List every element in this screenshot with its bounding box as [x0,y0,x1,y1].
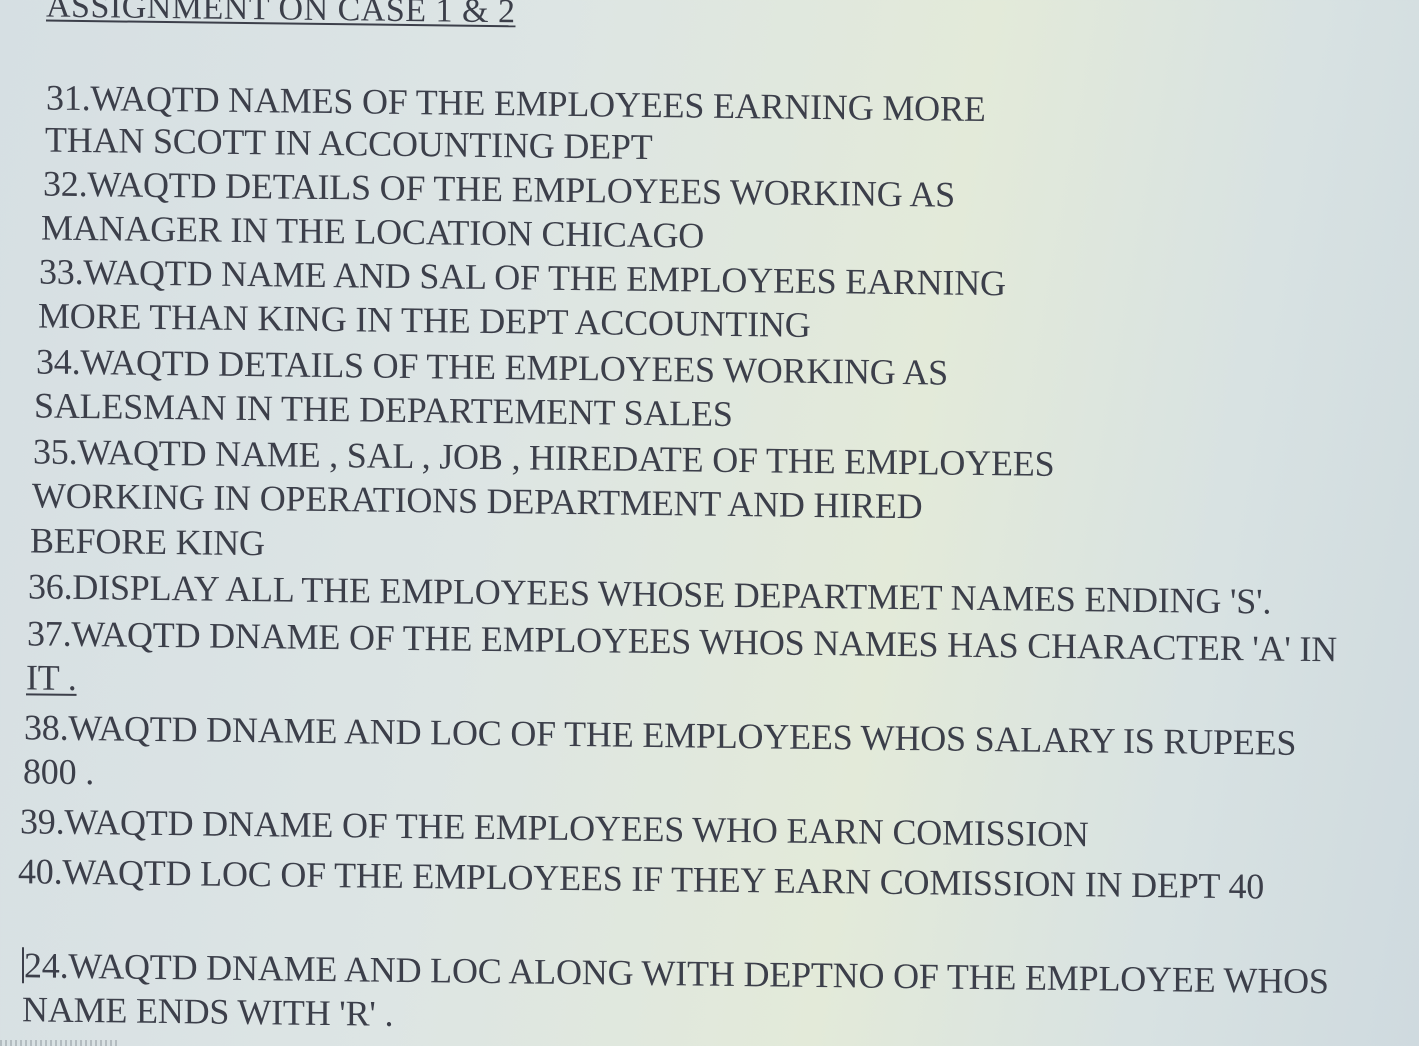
document-page: ASSIGNMENT ON CASE 1 & 2 31.WAQTD NAMES … [0,0,1419,1046]
question-24-line-2: NAME ENDS WITH 'R' . [22,989,394,1034]
bottom-edge-strip [0,1040,120,1046]
question-37-line-1: 37.WAQTD DNAME OF THE EMPLOYEES WHOS NAM… [27,613,1338,670]
question-35-line-3: BEFORE KING [30,520,265,564]
question-40: 40.WAQTD LOC OF THE EMPLOYEES IF THEY EA… [18,851,1265,907]
question-31-line-2: THAN SCOTT IN ACCOUNTING DEPT [45,119,653,167]
question-39: 39.WAQTD DNAME OF THE EMPLOYEES WHO EARN… [20,801,1089,855]
question-35-line-2: WORKING IN OPERATIONS DEPARTMENT AND HIR… [32,475,923,527]
assignment-heading: ASSIGNMENT ON CASE 1 & 2 [46,0,516,31]
question-34-line-2: SALESMAN IN THE DEPARTEMENT SALES [34,385,733,434]
question-32-line-2: MANAGER IN THE LOCATION CHICAGO [41,207,705,256]
question-37-line-2: IT . [26,657,77,698]
question-38-line-1: 38.WAQTD DNAME AND LOC OF THE EMPLOYEES … [24,707,1297,763]
question-38-line-2: 800 . [23,751,95,793]
question-33-line-2: MORE THAN KING IN THE DEPT ACCOUNTING [38,295,811,345]
